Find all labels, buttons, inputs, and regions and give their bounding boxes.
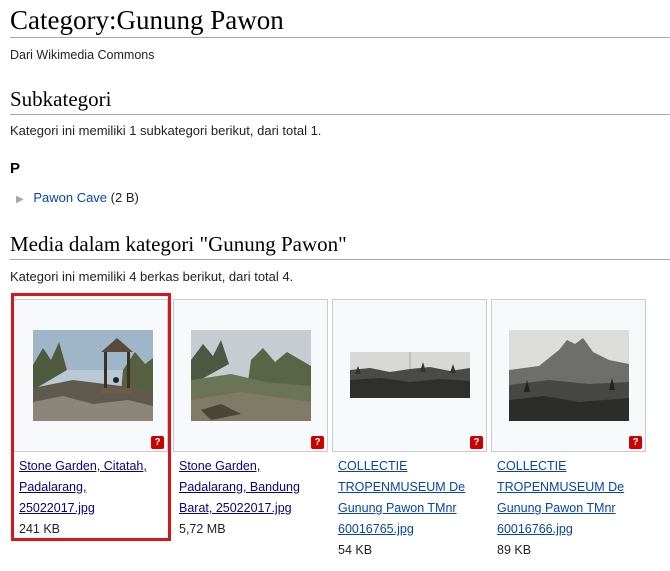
file-caption: Stone Garden, Padalarang, Bandung Barat,… (173, 456, 327, 540)
site-tagline: Dari Wikimedia Commons (10, 48, 155, 62)
file-size: 241 KB (19, 522, 61, 536)
gallery-item: ? Stone Garden, Padalarang, Bandung Bara… (173, 299, 328, 540)
gallery-item: ? COLLECTIE TROPENMUSEUM De Gunung Pawon… (332, 299, 487, 561)
media-summary: Kategori ini memiliki 4 berkas berikut, … (10, 269, 294, 284)
file-name-link[interactable]: Stone Garden, Padalarang, Bandung Barat,… (179, 456, 327, 519)
help-question-icon[interactable]: ? (151, 436, 164, 449)
file-size: 5,72 MB (179, 522, 226, 536)
thumbnail-frame[interactable]: ? (491, 299, 646, 452)
file-name-link[interactable]: COLLECTIE TROPENMUSEUM De Gunung Pawon T… (497, 456, 645, 540)
help-question-icon[interactable]: ? (311, 436, 324, 449)
gallery-item: ? COLLECTIE TROPENMUSEUM De Gunung Pawon… (491, 299, 646, 561)
subcategory-link[interactable]: Pawon Cave (33, 190, 107, 205)
file-caption: COLLECTIE TROPENMUSEUM De Gunung Pawon T… (332, 456, 486, 561)
file-caption: COLLECTIE TROPENMUSEUM De Gunung Pawon T… (491, 456, 645, 561)
subcategories-heading: Subkategori (10, 87, 112, 111)
subcategory-count: (2 B) (110, 190, 139, 205)
subcategory-letter-heading: P (10, 160, 21, 177)
thumbnail-image[interactable] (350, 352, 470, 398)
thumbnail-frame[interactable]: ? (13, 299, 168, 452)
file-name-link[interactable]: Stone Garden, Citatah, Padalarang, 25022… (19, 456, 167, 519)
gallery-item: ? Stone Garden, Citatah, Padalarang, 250… (13, 299, 168, 540)
media-heading: Media dalam kategori "Gunung Pawon" (10, 232, 347, 256)
thumbnail-frame[interactable]: ? (173, 299, 328, 452)
thumbnail-frame[interactable]: ? (332, 299, 487, 452)
subcategory-item-pawon-cave: ▶ Pawon Cave (2 B) (16, 190, 139, 205)
thumbnail-image[interactable] (33, 330, 153, 421)
page-title: Category:Gunung Pawon (10, 5, 284, 35)
expand-triangle-icon[interactable]: ▶ (16, 194, 24, 205)
help-question-icon[interactable]: ? (470, 436, 483, 449)
subcategories-summary: Kategori ini memiliki 1 subkategori beri… (10, 123, 322, 138)
file-name-link[interactable]: COLLECTIE TROPENMUSEUM De Gunung Pawon T… (338, 456, 486, 540)
title-divider (10, 37, 670, 38)
thumbnail-image[interactable] (191, 330, 311, 421)
file-caption: Stone Garden, Citatah, Padalarang, 25022… (13, 456, 167, 540)
file-size: 54 KB (338, 543, 373, 557)
media-divider (10, 259, 670, 260)
help-question-icon[interactable]: ? (629, 436, 642, 449)
subcategories-divider (10, 114, 670, 115)
file-size: 89 KB (497, 543, 532, 557)
thumbnail-image[interactable] (509, 330, 629, 421)
